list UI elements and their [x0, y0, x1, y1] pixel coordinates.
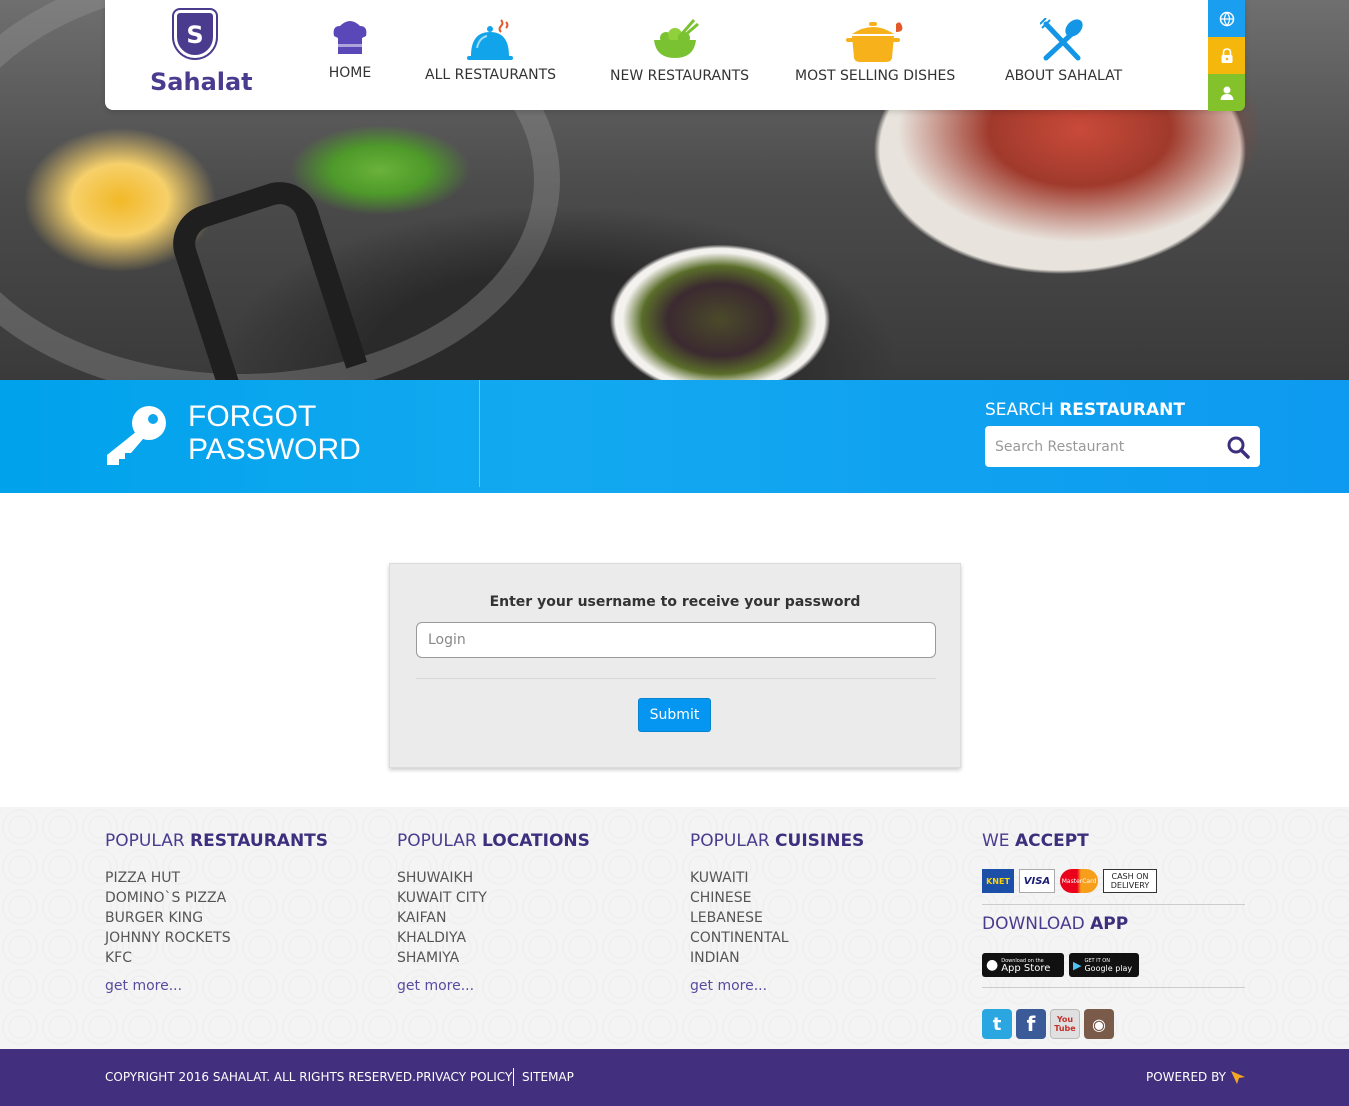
powered-by-logo-icon[interactable] [1230, 1069, 1246, 1089]
search-icon [1227, 436, 1250, 459]
payment-methods: KNET VISA MasterCard CASH ON DELIVERY [982, 869, 1157, 893]
facebook-icon[interactable]: f [1016, 1009, 1046, 1039]
footer-link[interactable]: KAIFAN [397, 908, 590, 928]
sitemap-link[interactable]: SITEMAP [522, 1070, 574, 1084]
lock-icon [1221, 47, 1232, 63]
logo-text: Sahalat [150, 68, 253, 96]
footer-heading-cuisines: POPULAR CUISINES [690, 831, 865, 851]
instagram-icon[interactable]: ◉ [1084, 1009, 1114, 1039]
footer-popular-locations: POPULAR LOCATIONS SHUWAIKH KUWAIT CITY K… [397, 831, 590, 994]
apple-icon: ● [986, 957, 999, 973]
nav-item-home[interactable]: HOME [310, 0, 390, 110]
search-button[interactable] [1226, 435, 1250, 459]
app-store-button[interactable]: ● Download on the App Store [982, 953, 1064, 977]
nav-label-home: HOME [328, 65, 372, 81]
visa-card-icon: VISA [1019, 869, 1055, 893]
language-button[interactable] [1208, 0, 1245, 37]
footer-link[interactable]: CONTINENTAL [690, 928, 864, 948]
food-cloche-icon [465, 18, 515, 66]
search-restaurant-input[interactable] [995, 426, 1215, 467]
footer-link[interactable]: LEBANESE [690, 908, 864, 928]
footer-link[interactable]: INDIAN [690, 948, 864, 968]
footer-popular-restaurants: POPULAR RESTAURANTS PIZZA HUT DOMINO`S P… [105, 831, 328, 994]
page-title: FORGOT PASSWORD [188, 400, 361, 466]
twitter-icon[interactable]: t [982, 1009, 1012, 1039]
footer-heading-restaurants: POPULAR RESTAURANTS [105, 831, 329, 851]
nav-item-about-sahalat[interactable]: ABOUT SAHALAT [1005, 0, 1123, 110]
nav-label-new-restaurants: NEW RESTAURANTS [610, 68, 750, 84]
mastercard-icon: MasterCard [1060, 869, 1098, 893]
page-header-band: FORGOT PASSWORD SEARCH RESTAURANT [0, 380, 1349, 493]
footer-link[interactable]: BURGER KING [105, 908, 328, 928]
bottom-separator [513, 1068, 514, 1086]
footer-link[interactable]: KUWAITI [690, 868, 864, 888]
login-input[interactable] [416, 622, 936, 658]
footer: POPULAR RESTAURANTS PIZZA HUT DOMINO`S P… [0, 807, 1349, 1049]
logo-shield-icon: S [174, 10, 216, 58]
footer-heading-locations: POPULAR LOCATIONS [397, 831, 590, 851]
search-box [985, 426, 1260, 467]
get-more-restaurants-link[interactable]: get more... [105, 978, 328, 994]
key-icon [105, 405, 167, 471]
social-links: t f You Tube ◉ [982, 1009, 1114, 1039]
copyright-text: COPYRIGHT 2016 SAHALAT. ALL RIGHTS RESER… [105, 1070, 416, 1084]
footer-link[interactable]: JOHNNY ROCKETS [105, 928, 328, 948]
footer-link[interactable]: KHALDIYA [397, 928, 590, 948]
forgot-password-panel: Enter your username to receive your pass… [389, 563, 961, 768]
cooking-pot-icon [842, 18, 904, 68]
user-icon [1220, 86, 1233, 100]
main-navigation: S Sahalat HOME ALL RESTAURANTS NEW RESTA… [105, 0, 1245, 110]
footer-link[interactable]: SHUWAIKH [397, 868, 590, 888]
cuisine-list: KUWAITI CHINESE LEBANESE CONTINENTAL IND… [690, 868, 864, 968]
footer-heading-download-app: DOWNLOAD APP [982, 914, 1129, 934]
footer-link[interactable]: KUWAIT CITY [397, 888, 590, 908]
footer-rule [982, 904, 1245, 905]
app-store-badges: ● Download on the App Store ▶ GET IT ON … [982, 953, 1139, 977]
nav-item-all-restaurants[interactable]: ALL RESTAURANTS [425, 0, 557, 110]
restaurant-list: PIZZA HUT DOMINO`S PIZZA BURGER KING JOH… [105, 868, 328, 968]
location-list: SHUWAIKH KUWAIT CITY KAIFAN KHALDIYA SHA… [397, 868, 590, 968]
login-button[interactable] [1208, 37, 1245, 74]
get-more-locations-link[interactable]: get more... [397, 978, 590, 994]
nav-item-new-restaurants[interactable]: NEW RESTAURANTS [610, 0, 750, 110]
cash-on-delivery-icon: CASH ON DELIVERY [1103, 869, 1157, 893]
get-more-cuisines-link[interactable]: get more... [690, 978, 864, 994]
footer-popular-cuisines: POPULAR CUISINES KUWAITI CHINESE LEBANES… [690, 831, 864, 994]
fork-spoon-icon [1039, 17, 1084, 66]
register-button[interactable] [1208, 74, 1245, 111]
band-divider [479, 380, 480, 487]
google-play-icon: ▶ [1073, 958, 1082, 972]
footer-link[interactable]: PIZZA HUT [105, 868, 328, 888]
footer-link[interactable]: CHINESE [690, 888, 864, 908]
footer-link[interactable]: KFC [105, 948, 328, 968]
globe-icon [1219, 11, 1234, 26]
submit-button[interactable]: Submit [638, 698, 711, 732]
nav-label-most-selling-dishes: MOST SELLING DISHES [795, 68, 956, 84]
privacy-policy-link[interactable]: PRIVACY POLICY [416, 1070, 512, 1084]
nav-item-most-selling-dishes[interactable]: MOST SELLING DISHES [795, 0, 956, 110]
footer-heading-we-accept: WE ACCEPT [982, 831, 1089, 851]
sahalat-logo[interactable]: S Sahalat [150, 10, 253, 102]
form-instructions: Enter your username to receive your pass… [489, 594, 861, 610]
salad-bowl-icon [650, 18, 700, 66]
youtube-icon[interactable]: You Tube [1050, 1009, 1080, 1039]
google-play-button[interactable]: ▶ GET IT ON Google play [1069, 953, 1139, 977]
side-buttons [1208, 0, 1245, 111]
search-title: SEARCH RESTAURANT [985, 400, 1185, 420]
footer-link[interactable]: DOMINO`S PIZZA [105, 888, 328, 908]
nav-label-about-sahalat: ABOUT SAHALAT [1005, 68, 1123, 84]
bottom-bar: COPYRIGHT 2016 SAHALAT. ALL RIGHTS RESER… [0, 1049, 1349, 1106]
powered-by-text: POWERED BY [1146, 1070, 1227, 1084]
chef-hat-icon [330, 18, 370, 62]
nav-label-all-restaurants: ALL RESTAURANTS [425, 67, 557, 83]
form-divider [416, 678, 936, 679]
footer-link[interactable]: SHAMIYA [397, 948, 590, 968]
knet-card-icon: KNET [982, 869, 1014, 893]
footer-rule [982, 987, 1245, 988]
